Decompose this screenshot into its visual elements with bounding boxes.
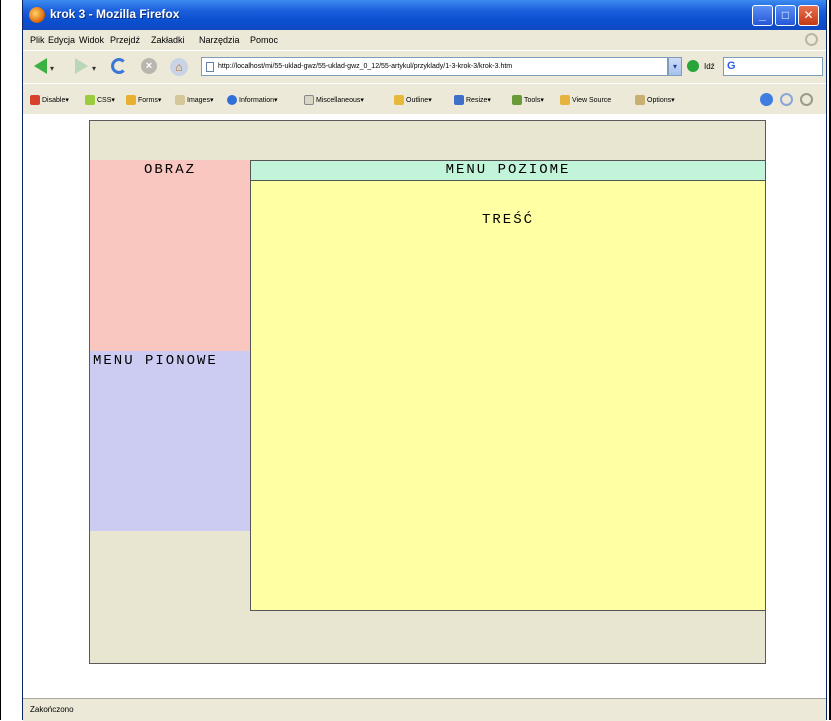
throbber-icon bbox=[805, 33, 818, 46]
obraz-box: OBRAZ bbox=[90, 160, 250, 351]
vertical-menu-label: MENU PIONOWE bbox=[93, 353, 218, 369]
menu-tools[interactable]: Narzędzia bbox=[199, 35, 240, 45]
content-label: TREŚĆ bbox=[481, 212, 534, 228]
status-text: Zakończono bbox=[30, 705, 74, 714]
page-viewport: OBRAZ MENU PIONOWE MENU POZIOME TREŚĆ bbox=[23, 114, 826, 698]
settings-status-icon[interactable] bbox=[800, 93, 813, 106]
images-icon bbox=[175, 95, 185, 105]
obraz-label: OBRAZ bbox=[143, 162, 196, 178]
dev-images[interactable]: Images▾ bbox=[175, 95, 213, 105]
menu-bar: Plik Edycja Widok Przejdź Zakładki Narzę… bbox=[23, 30, 826, 50]
status-bar: Zakończono bbox=[23, 698, 826, 721]
information-icon bbox=[227, 95, 237, 105]
go-icon[interactable] bbox=[687, 60, 699, 72]
dev-view-source[interactable]: View Source bbox=[560, 95, 611, 105]
content-box: TREŚĆ bbox=[250, 181, 766, 611]
dev-information[interactable]: Information▾ bbox=[227, 95, 278, 105]
maximize-button[interactable]: □ bbox=[775, 5, 796, 26]
window-title: krok 3 - Mozilla Firefox bbox=[50, 7, 180, 21]
home-icon[interactable]: ⌂ bbox=[170, 58, 188, 76]
browser-window: krok 3 - Mozilla Firefox _ □ ✕ Plik Edyc… bbox=[22, 0, 827, 721]
address-bar[interactable]: http://localhost/mi/55-uklad-gwz/55-ukla… bbox=[201, 57, 668, 76]
forms-icon bbox=[126, 95, 136, 105]
menu-bookmarks[interactable]: Zakładki bbox=[151, 35, 185, 45]
forward-arrow-icon[interactable] bbox=[75, 58, 88, 74]
horizontal-menu-label: MENU POZIOME bbox=[445, 162, 571, 178]
google-icon: G bbox=[727, 60, 736, 72]
dev-miscellaneous[interactable]: Miscellaneous▾ bbox=[304, 95, 364, 105]
info-status-icon[interactable] bbox=[780, 93, 793, 106]
address-text: http://localhost/mi/55-uklad-gwz/55-ukla… bbox=[218, 63, 513, 70]
tools-icon bbox=[512, 95, 522, 105]
vertical-menu-box: MENU PIONOWE bbox=[90, 351, 250, 531]
dev-outline[interactable]: Outline▾ bbox=[394, 95, 432, 105]
reload-icon[interactable] bbox=[111, 58, 127, 74]
dev-disable[interactable]: Disable▾ bbox=[30, 95, 69, 105]
miscellaneous-icon bbox=[304, 95, 314, 105]
disable-icon bbox=[30, 95, 40, 105]
close-button[interactable]: ✕ bbox=[798, 5, 819, 26]
stop-icon[interactable]: × bbox=[141, 58, 157, 74]
back-arrow-icon[interactable] bbox=[34, 58, 47, 74]
menu-go[interactable]: Przejdź bbox=[110, 35, 140, 45]
back-dropdown-icon[interactable]: ▾ bbox=[50, 64, 54, 73]
menu-file[interactable]: Plik bbox=[30, 35, 45, 45]
minimize-button[interactable]: _ bbox=[752, 5, 773, 26]
horizontal-menu-box: MENU POZIOME bbox=[250, 160, 766, 181]
validation-icon[interactable] bbox=[760, 93, 773, 106]
dev-css[interactable]: CSS▾ bbox=[85, 95, 115, 105]
css-icon bbox=[85, 95, 95, 105]
web-developer-toolbar: Disable▾ CSS▾ Forms▾ Images▾ Information… bbox=[23, 83, 826, 115]
view-source-icon bbox=[560, 95, 570, 105]
dev-resize[interactable]: Resize▾ bbox=[454, 95, 491, 105]
resize-icon bbox=[454, 95, 464, 105]
menu-edit[interactable]: Edycja bbox=[48, 35, 75, 45]
screenshot-frame-left bbox=[0, 0, 1, 720]
outline-icon bbox=[394, 95, 404, 105]
address-dropdown-icon[interactable]: ▾ bbox=[668, 57, 682, 76]
dev-tools[interactable]: Tools▾ bbox=[512, 95, 544, 105]
options-icon bbox=[635, 95, 645, 105]
forward-dropdown-icon[interactable]: ▾ bbox=[92, 64, 96, 73]
navigation-toolbar: ▾ ▾ × ⌂ http://localhost/mi/55-uklad-gwz… bbox=[23, 50, 826, 84]
go-button[interactable]: Idź bbox=[704, 62, 715, 71]
layout-container: OBRAZ MENU PIONOWE MENU POZIOME TREŚĆ bbox=[89, 120, 766, 664]
firefox-icon bbox=[29, 7, 45, 23]
search-input[interactable]: G bbox=[723, 57, 823, 76]
dev-forms[interactable]: Forms▾ bbox=[126, 95, 161, 105]
page-icon bbox=[206, 62, 214, 72]
menu-view[interactable]: Widok bbox=[79, 35, 104, 45]
menu-help[interactable]: Pomoc bbox=[250, 35, 278, 45]
dev-options[interactable]: Options▾ bbox=[635, 95, 675, 105]
title-bar[interactable]: krok 3 - Mozilla Firefox _ □ ✕ bbox=[23, 0, 826, 30]
